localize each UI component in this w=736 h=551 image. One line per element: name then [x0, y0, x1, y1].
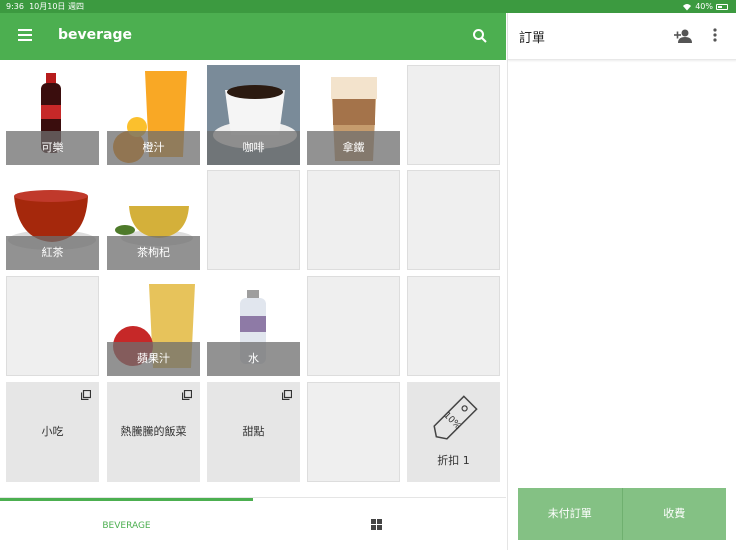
battery-icon: [716, 3, 728, 10]
product-label: 蘋果汁: [107, 342, 200, 376]
empty-tile[interactable]: [307, 382, 400, 482]
category-tile-desserts[interactable]: 甜點: [207, 382, 300, 482]
product-tile-goji-tea[interactable]: 茶枸杞: [107, 170, 200, 270]
product-label: 可樂: [6, 131, 99, 165]
category-label: 甜點: [242, 425, 265, 438]
category-tile-snacks[interactable]: 小吃: [6, 382, 99, 482]
product-tile-orange-juice[interactable]: 橙汁: [107, 65, 200, 165]
empty-tile[interactable]: [6, 276, 99, 376]
empty-tile[interactable]: [407, 276, 500, 376]
order-panel: 訂單 未付訂單 收費: [507, 13, 736, 550]
order-actions: 未付訂單 收費: [518, 488, 726, 540]
add-user-icon[interactable]: [674, 29, 692, 43]
product-tile-water[interactable]: 水: [207, 276, 300, 376]
empty-tile[interactable]: [307, 170, 400, 270]
product-label: 拿鐵: [307, 131, 400, 165]
category-tile-hot-meals[interactable]: 熱騰騰的飯菜: [107, 382, 200, 482]
search-icon[interactable]: [472, 28, 488, 44]
discount-tile[interactable]: 10% 折扣 1: [407, 382, 500, 482]
product-grid: 可樂 橙汁 咖啡 拿鐵 紅茶 茶枸杞 蘋果汁 水 小吃 熱騰騰的飯菜 甜點 10…: [0, 60, 506, 497]
menu-icon[interactable]: [18, 29, 32, 41]
unpaid-orders-button[interactable]: 未付訂單: [518, 488, 622, 540]
order-title: 訂單: [519, 31, 546, 46]
product-tile-black-tea[interactable]: 紅茶: [6, 170, 99, 270]
product-tile-cola[interactable]: 可樂: [6, 65, 99, 165]
product-label: 咖啡: [207, 131, 300, 165]
product-label: 茶枸杞: [107, 236, 200, 270]
bottom-nav: BEVERAGE: [0, 497, 506, 550]
empty-tile[interactable]: [407, 65, 500, 165]
grid-icon[interactable]: [371, 519, 382, 530]
empty-tile[interactable]: [207, 170, 300, 270]
battery-percent: 40%: [695, 2, 713, 11]
tab-beverage[interactable]: BEVERAGE: [0, 501, 253, 551]
wifi-icon: [683, 3, 692, 10]
product-label: 紅茶: [6, 236, 99, 270]
product-tile-latte[interactable]: 拿鐵: [307, 65, 400, 165]
order-header: 訂單: [508, 13, 736, 60]
product-label: 橙汁: [107, 131, 200, 165]
status-bar: 9:36 10月10日 週四 40%: [0, 0, 736, 13]
status-time: 9:36: [6, 2, 24, 11]
empty-tile[interactable]: [407, 170, 500, 270]
page-title: beverage: [58, 27, 133, 43]
app-bar: beverage: [0, 13, 506, 60]
category-label: 小吃: [41, 425, 64, 438]
category-label: 熱騰騰的飯菜: [120, 425, 187, 438]
price-tag-icon: 10%: [433, 395, 478, 440]
more-vert-icon[interactable]: [713, 28, 717, 42]
product-label: 水: [207, 342, 300, 376]
product-tile-coffee[interactable]: 咖啡: [207, 65, 300, 165]
checkout-button[interactable]: 收費: [621, 488, 726, 540]
product-tile-apple-juice[interactable]: 蘋果汁: [107, 276, 200, 376]
discount-label: 折扣 1: [437, 454, 470, 467]
empty-tile[interactable]: [307, 276, 400, 376]
discount-tag-text: 10%: [441, 411, 463, 433]
status-date: 10月10日 週四: [29, 2, 84, 11]
